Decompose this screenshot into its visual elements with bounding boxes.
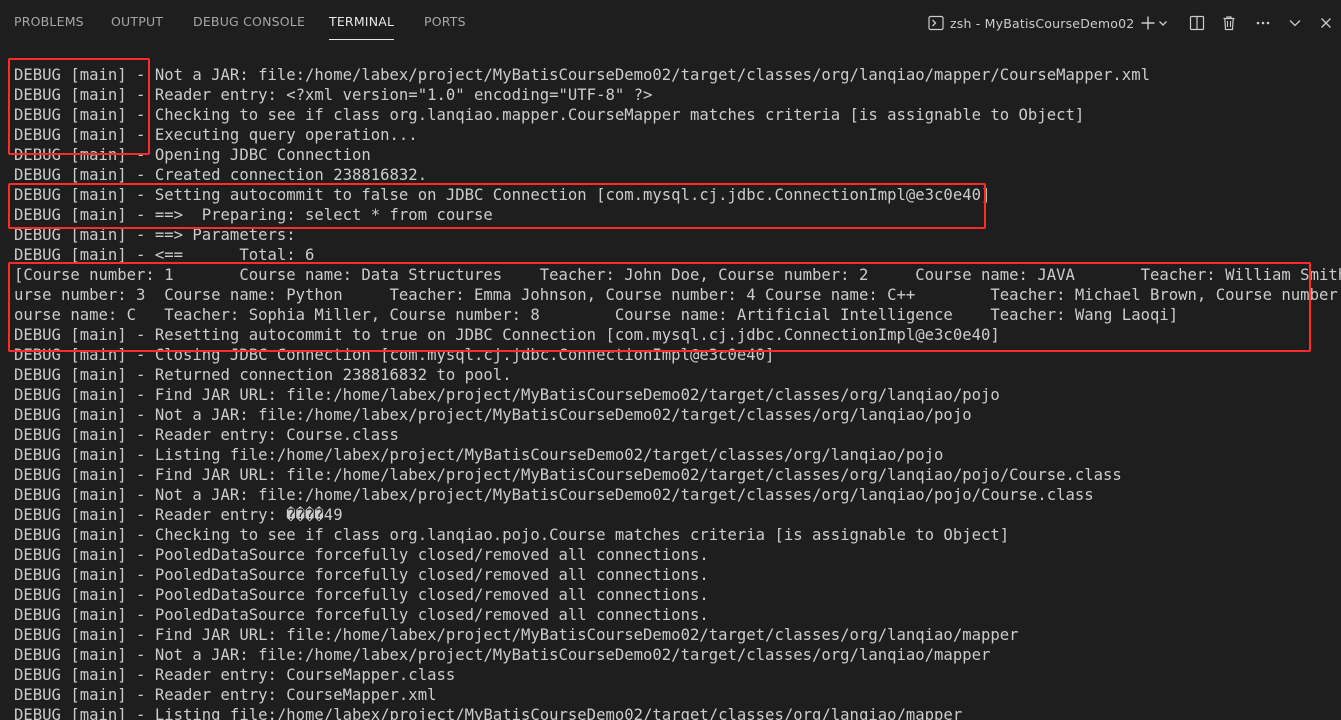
terminal-output[interactable]: DEBUG [main] - Not a JAR: file:/home/lab… <box>14 65 1341 720</box>
terminal-line: DEBUG [main] - Listing file:/home/labex/… <box>14 706 963 720</box>
terminal-line: DEBUG [main] - Reader entry: <?xml versi… <box>14 86 653 104</box>
terminal-line: DEBUG [main] - Setting autocommit to fal… <box>14 186 991 204</box>
terminal-line: DEBUG [main] - Not a JAR: file:/home/lab… <box>14 486 1094 504</box>
terminal-name: zsh - MyBatisCourseDemo02 <box>950 15 1135 31</box>
terminal-line: DEBUG [main] - Checking to see if class … <box>14 106 1085 124</box>
terminal-selector[interactable]: zsh - MyBatisCourseDemo02 <box>928 12 1134 34</box>
maximize-panel-button[interactable] <box>1284 12 1306 34</box>
trash-icon <box>1223 16 1235 31</box>
terminal-line: DEBUG [main] - Created connection 238816… <box>14 166 428 184</box>
terminal-line: urse number: 3 Course name: Python Teach… <box>14 286 1341 304</box>
close-panel-button[interactable] <box>1315 12 1337 34</box>
terminal-line: DEBUG [main] - Returned connection 23881… <box>14 366 512 384</box>
terminal-line: DEBUG [main] - Not a JAR: file:/home/lab… <box>14 66 1150 84</box>
terminal-line: DEBUG [main] - Find JAR URL: file:/home/… <box>14 466 1122 484</box>
terminal-line: DEBUG [main] - PooledDataSource forceful… <box>14 606 709 624</box>
terminal-line: DEBUG [main] - Opening JDBC Connection <box>14 146 371 164</box>
terminal-line: DEBUG [main] - Closing JDBC Connection [… <box>14 346 775 364</box>
tab-output[interactable]: OUTPUT <box>111 0 163 44</box>
panel-tab-bar: PROBLEMS OUTPUT DEBUG CONSOLE TERMINAL P… <box>0 0 1341 44</box>
terminal-line: DEBUG [main] - <== Total: 6 <box>14 246 315 264</box>
terminal-line: DEBUG [main] - Listing file:/home/labex/… <box>14 446 944 464</box>
terminal-line: ourse name: C Teacher: Sophia Miller, Co… <box>14 306 1179 324</box>
close-icon <box>1321 18 1331 28</box>
terminal-line: DEBUG [main] - Executing query operation… <box>14 126 418 144</box>
tab-problems[interactable]: PROBLEMS <box>14 0 84 44</box>
terminal-line: DEBUG [main] - Reader entry: Course.clas… <box>14 426 399 444</box>
terminal-line: [Course number: 1 Course name: Data Stru… <box>14 266 1341 284</box>
terminal-line: DEBUG [main] - Find JAR URL: file:/home/… <box>14 626 1019 644</box>
terminal-line: DEBUG [main] - Checking to see if class … <box>14 526 1010 544</box>
tab-ports[interactable]: PORTS <box>424 0 466 44</box>
chevron-down-icon <box>1289 20 1301 27</box>
plus-icon <box>1141 16 1155 30</box>
more-actions-button[interactable] <box>1252 12 1274 34</box>
terminal-line: DEBUG [main] - Not a JAR: file:/home/lab… <box>14 406 972 424</box>
tab-debug-console[interactable]: DEBUG CONSOLE <box>193 0 305 44</box>
terminal-profile-dropdown[interactable] <box>1155 12 1171 34</box>
terminal-line: DEBUG [main] - Not a JAR: file:/home/lab… <box>14 646 991 664</box>
kill-terminal-button[interactable] <box>1218 12 1240 34</box>
terminal-line: DEBUG [main] - ==> Parameters: <box>14 226 306 244</box>
tab-terminal[interactable]: TERMINAL <box>329 0 395 44</box>
terminal-line: DEBUG [main] - Find JAR URL: file:/home/… <box>14 386 1000 404</box>
chevron-down-icon <box>1159 21 1167 26</box>
terminal-line: DEBUG [main] - PooledDataSource forceful… <box>14 566 709 584</box>
terminal-line: DEBUG [main] - Reader entry: CourseMappe… <box>14 686 437 704</box>
terminal-line: DEBUG [main] - ==> Preparing: select * f… <box>14 206 493 224</box>
split-terminal-button[interactable] <box>1186 12 1208 34</box>
terminal-line: DEBUG [main] - Resetting autocommit to t… <box>14 326 1000 344</box>
terminal-line: DEBUG [main] - PooledDataSource forceful… <box>14 586 709 604</box>
terminal-icon <box>928 15 944 31</box>
terminal-panel: PROBLEMS OUTPUT DEBUG CONSOLE TERMINAL P… <box>0 0 1341 720</box>
split-icon <box>1189 15 1205 31</box>
terminal-actions: zsh - MyBatisCourseDemo02 <box>918 0 1341 44</box>
more-icon <box>1256 21 1270 25</box>
terminal-line: DEBUG [main] - Reader entry: ����49 <box>14 506 343 524</box>
terminal-line: DEBUG [main] - PooledDataSource forceful… <box>14 546 709 564</box>
terminal-line: DEBUG [main] - Reader entry: CourseMappe… <box>14 666 456 684</box>
